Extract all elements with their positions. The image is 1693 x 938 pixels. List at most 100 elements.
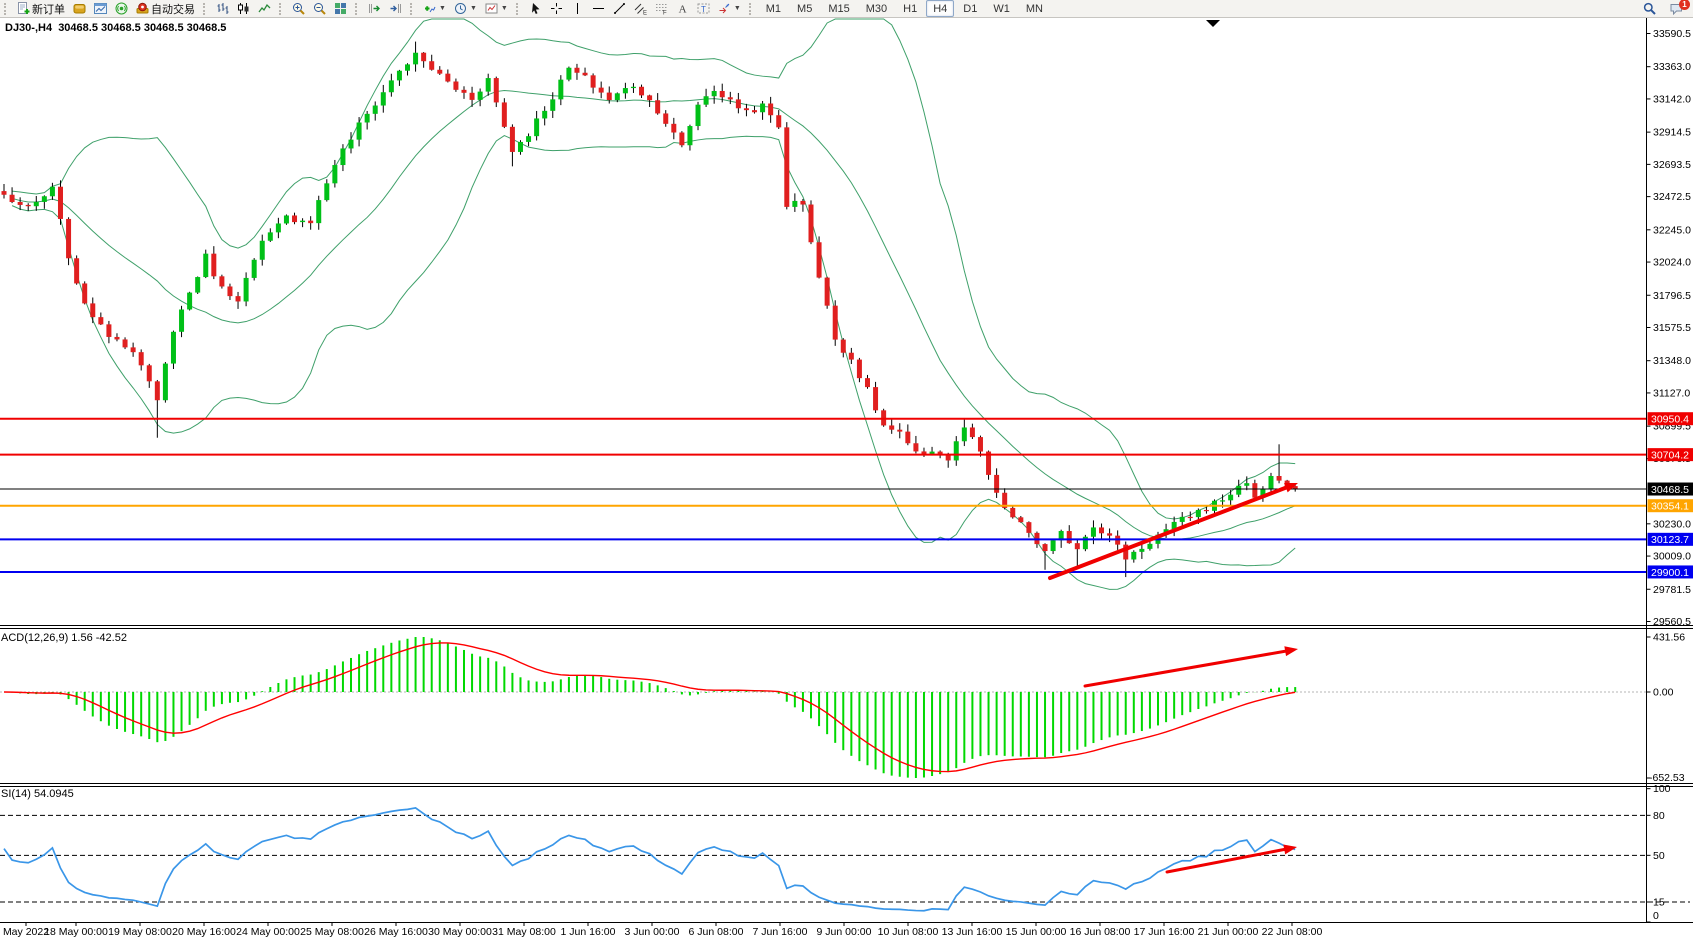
svg-text:E: E (643, 11, 647, 16)
tf-mn-button[interactable]: MN (1019, 0, 1050, 17)
chevron-down-icon: ▼ (439, 5, 446, 12)
time-tick-label: 15 Jun 00:00 (1006, 926, 1067, 938)
price-tick-label: 30230.0 (1653, 518, 1691, 530)
price-tick-label: 32024.0 (1653, 257, 1691, 269)
price-label-text: 30950.4 (1651, 414, 1689, 426)
cursor-button[interactable] (526, 0, 545, 17)
arrows-icon (718, 2, 731, 15)
toolbar-grip (749, 3, 755, 15)
tf-d1-label: D1 (959, 3, 981, 15)
price-tick-label: 31127.0 (1653, 387, 1690, 399)
auto-scroll-button[interactable] (365, 0, 384, 17)
time-tick-label: 22 Jun 08:00 (1262, 926, 1323, 938)
macd-axis-zero: 0.00 (1653, 687, 1674, 699)
tile-windows-button[interactable] (331, 0, 350, 17)
fibonacci-button[interactable]: F (652, 0, 671, 17)
chat-button[interactable]: 1 (1667, 0, 1686, 17)
crosshair-button[interactable] (547, 0, 566, 17)
chevron-down-icon: ▼ (501, 5, 508, 12)
price-tick-label: 33363.0 (1653, 61, 1691, 73)
bollinger-bands (12, 19, 1295, 589)
indicators-button[interactable]: ▼ (420, 0, 449, 17)
line-chart-icon (258, 2, 271, 15)
price-tick-label: 32693.5 (1653, 159, 1691, 171)
tf-h4-label: H4 (929, 3, 951, 15)
zoom-out-icon (313, 2, 326, 15)
time-tick-label: 19 May 08:00 (108, 926, 172, 938)
arrows-button[interactable]: ▼ (715, 0, 744, 17)
tf-m30-button[interactable]: M30 (859, 0, 894, 17)
signals-button[interactable] (112, 0, 131, 17)
chart-shift-button[interactable] (386, 0, 405, 17)
tf-w1-button[interactable]: W1 (986, 0, 1017, 17)
price-label-text: 29900.1 (1651, 567, 1689, 579)
chart-area: 33590.533363.033142.032914.532693.532472… (0, 0, 1693, 938)
price-label-text: 30468.5 (1651, 484, 1689, 496)
svg-text:F: F (663, 11, 667, 16)
toolbar-grip (279, 3, 285, 15)
symbol-header: DJ30-,H4 30468.5 30468.5 30468.5 30468.5 (5, 22, 226, 34)
text-label-button[interactable]: T (694, 0, 713, 17)
rsi-panel: 1008050150 (0, 783, 1690, 922)
time-tick-label: 25 May 08:00 (300, 926, 364, 938)
time-tick-label: 17 Jun 16:00 (1134, 926, 1195, 938)
price-tick-label: 31796.5 (1653, 290, 1691, 302)
zoom-in-button[interactable] (289, 0, 308, 17)
zoom-out-button[interactable] (310, 0, 329, 17)
horizontal-line-button[interactable] (589, 0, 608, 17)
tf-m5-button[interactable]: M5 (790, 0, 819, 17)
gold-box-icon (73, 2, 86, 15)
trend-arrow-macd[interactable] (1085, 650, 1290, 686)
tf-m15-button[interactable]: M15 (821, 0, 856, 17)
bb-middle (12, 90, 1295, 539)
time-tick-label: 18 May 00:00 (44, 926, 108, 938)
rsi-axis-label: 100 (1653, 783, 1671, 795)
templates-icon (485, 2, 498, 15)
new-order-button[interactable]: 新订单 (14, 0, 68, 17)
tf-m1-button[interactable]: M1 (759, 0, 788, 17)
tf-h4-button[interactable]: H4 (926, 0, 954, 17)
price-tick-label: 33142.0 (1653, 93, 1691, 105)
chevron-down-icon: ▼ (470, 5, 477, 12)
signal-icon (115, 2, 128, 15)
candlestick-chart-button[interactable] (234, 0, 253, 17)
vertical-line-icon (571, 2, 584, 15)
toolbar-grip (355, 3, 361, 15)
time-tick-label: 30 May 00:00 (428, 926, 492, 938)
price-tick-label: 31575.5 (1653, 322, 1691, 334)
time-axis[interactable]: May 202218 May 00:0019 May 08:0020 May 1… (3, 923, 1323, 938)
auto-trading-button[interactable]: 自动交易 (133, 0, 198, 17)
vertical-line-button[interactable] (568, 0, 587, 17)
panel-separators[interactable] (0, 626, 1693, 923)
auto-scroll-icon (368, 2, 381, 15)
indicators-icon (423, 2, 436, 15)
chart-shift-marker[interactable] (1206, 20, 1220, 27)
tile-windows-icon (334, 2, 347, 15)
time-tick-label: 3 Jun 00:00 (625, 926, 680, 938)
trend-arrow-main[interactable] (1050, 486, 1291, 578)
templates-button[interactable]: ▼ (482, 0, 511, 17)
zoom-in-icon (292, 2, 305, 15)
tf-h1-button[interactable]: H1 (896, 0, 924, 17)
trend-arrow-head[interactable] (1284, 646, 1298, 656)
chart-window-button[interactable] (91, 0, 110, 17)
search-button[interactable] (1640, 0, 1659, 17)
toolbar-grip (410, 3, 416, 15)
price-level-lines (0, 419, 1647, 578)
equidistant-channel-button[interactable]: E (631, 0, 650, 17)
line-chart-button[interactable] (255, 0, 274, 17)
rsi-axis-label: 80 (1653, 810, 1665, 822)
tf-w1-label: W1 (989, 3, 1014, 15)
svg-text:T: T (701, 5, 706, 14)
time-tick-label: 1 Jun 16:00 (561, 926, 616, 938)
time-tick-label: May 2022 (3, 926, 49, 938)
trendline-button[interactable] (610, 0, 629, 17)
text-button[interactable]: A (673, 0, 692, 17)
time-tick-label: 26 May 16:00 (364, 926, 428, 938)
tf-d1-button[interactable]: D1 (956, 0, 984, 17)
bar-chart-button[interactable] (213, 0, 232, 17)
periods-button[interactable]: ▼ (451, 0, 480, 17)
time-tick-label: 9 Jun 00:00 (817, 926, 872, 938)
market-watch-button[interactable] (70, 0, 89, 17)
macd-indicator-label: ACD(12,26,9) 1.56 -42.52 (1, 632, 127, 644)
